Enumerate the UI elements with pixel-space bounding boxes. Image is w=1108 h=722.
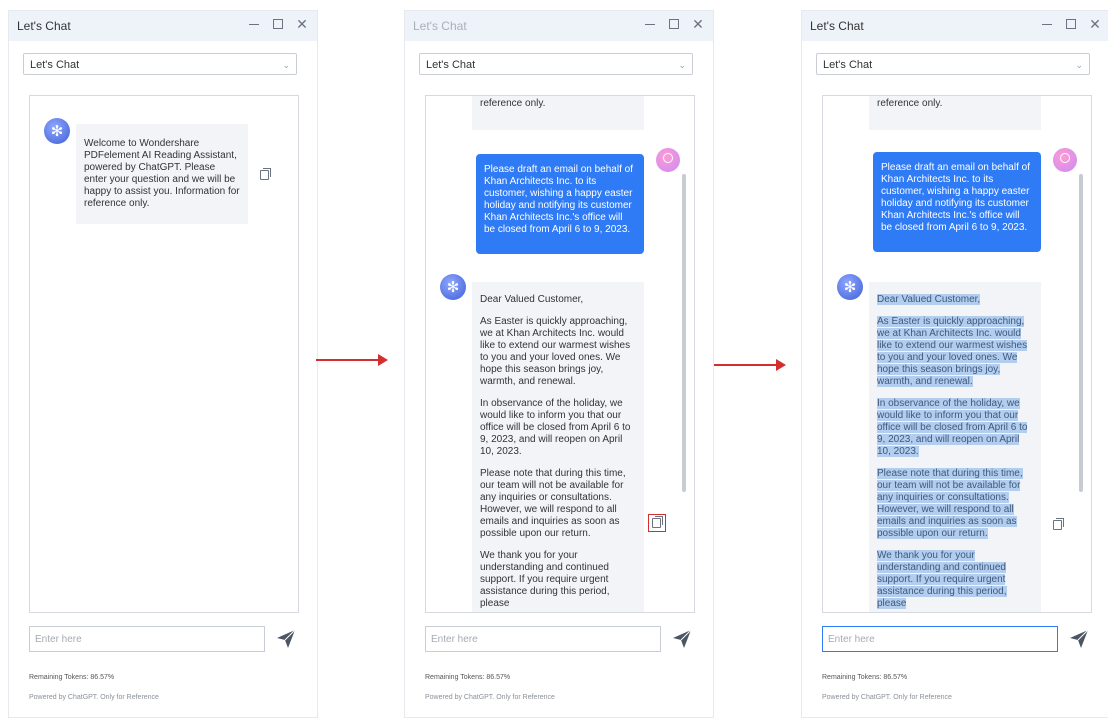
bot-message: Welcome to Wondershare PDFelement AI Rea… — [76, 124, 248, 224]
reply-paragraph: Dear Valued Customer, — [877, 294, 981, 305]
copy-icon[interactable] — [652, 516, 663, 528]
red-arrow-2 — [714, 359, 786, 371]
powered-by-note: Powered by ChatGPT. Only for Reference — [822, 694, 952, 701]
close-icon[interactable]: ✕ — [295, 17, 309, 31]
bot-message-tail-text: reference only. — [877, 98, 943, 109]
reply-paragraph: As Easter is quickly approaching, we at … — [480, 316, 631, 387]
red-arrow-1 — [316, 354, 388, 366]
window-controls: ✕ — [643, 17, 705, 31]
reply-paragraph: Dear Valued Customer, — [480, 294, 584, 305]
message-input-placeholder: Enter here — [35, 634, 82, 645]
reply-paragraph: Please note that during this time, our t… — [877, 468, 1023, 539]
close-icon[interactable]: ✕ — [1088, 17, 1102, 31]
bot-message-tail: reference only. — [869, 96, 1041, 130]
document-select[interactable]: Let's Chat ⌄ — [816, 53, 1090, 75]
document-select-value: Let's Chat — [30, 59, 80, 71]
chat-history: ✻ Welcome to Wondershare PDFelement AI R… — [29, 95, 299, 613]
user-message-text: Please draft an email on behalf of Khan … — [484, 164, 633, 235]
window-controls: ✕ — [1040, 17, 1102, 31]
copy-icon[interactable] — [1053, 518, 1064, 530]
document-select-value: Let's Chat — [426, 59, 476, 71]
message-input-placeholder: Enter here — [828, 634, 875, 645]
maximize-icon[interactable] — [271, 17, 285, 31]
reply-paragraph: Please note that during this time, our t… — [480, 468, 626, 539]
chat-history: reference only. Please draft an email on… — [425, 95, 695, 613]
chevron-down-icon: ⌄ — [1075, 60, 1083, 70]
window-title: Let's Chat — [413, 19, 467, 33]
chat-window-2: Let's Chat ✕ Let's Chat ⌄ reference only… — [404, 10, 714, 718]
message-input[interactable]: Enter here — [425, 626, 661, 652]
remaining-tokens: Remaining Tokens: 86.57% — [29, 674, 115, 681]
remaining-tokens: Remaining Tokens: 86.57% — [822, 674, 908, 681]
reply-paragraph: In observance of the holiday, we would l… — [480, 398, 631, 457]
copy-icon[interactable] — [260, 168, 271, 180]
reply-paragraph: In observance of the holiday, we would l… — [877, 398, 1028, 457]
send-icon[interactable] — [275, 628, 297, 650]
reply-paragraph: We thank you for your understanding and … — [480, 550, 610, 609]
title-bar: Let's Chat ✕ — [9, 11, 317, 41]
message-input[interactable]: Enter here — [29, 626, 265, 652]
document-select[interactable]: Let's Chat ⌄ — [419, 53, 693, 75]
title-bar: Let's Chat ✕ — [405, 11, 713, 41]
scrollbar[interactable] — [1079, 174, 1083, 492]
send-icon[interactable] — [1068, 628, 1090, 650]
minimize-icon[interactable] — [1040, 17, 1054, 31]
bot-reply: Dear Valued Customer, As Easter is quick… — [472, 282, 644, 612]
close-icon[interactable]: ✕ — [691, 17, 705, 31]
window-controls: ✕ — [247, 17, 309, 31]
chatbot-avatar-icon: ✻ — [44, 118, 70, 144]
window-title: Let's Chat — [17, 19, 71, 33]
powered-by-note: Powered by ChatGPT. Only for Reference — [425, 694, 555, 701]
bot-message-tail: reference only. — [472, 96, 644, 130]
user-message-text: Please draft an email on behalf of Khan … — [881, 162, 1030, 233]
window-title: Let's Chat — [810, 19, 864, 33]
chat-window-3: Let's Chat ✕ Let's Chat ⌄ reference only… — [801, 10, 1108, 718]
chatbot-avatar-icon: ✻ — [440, 274, 466, 300]
maximize-icon[interactable] — [1064, 17, 1078, 31]
bot-reply-selected: Dear Valued Customer, As Easter is quick… — [869, 282, 1041, 612]
scrollbar[interactable] — [682, 174, 686, 492]
minimize-icon[interactable] — [643, 17, 657, 31]
user-avatar-icon — [656, 148, 680, 172]
reply-paragraph: As Easter is quickly approaching, we at … — [877, 316, 1028, 387]
minimize-icon[interactable] — [247, 17, 261, 31]
chevron-down-icon: ⌄ — [282, 60, 290, 70]
maximize-icon[interactable] — [667, 17, 681, 31]
remaining-tokens: Remaining Tokens: 86.57% — [425, 674, 511, 681]
user-avatar-icon — [1053, 148, 1077, 172]
bot-message-text: Welcome to Wondershare PDFelement AI Rea… — [84, 138, 240, 209]
chatbot-avatar-icon: ✻ — [837, 274, 863, 300]
document-select[interactable]: Let's Chat ⌄ — [23, 53, 297, 75]
user-message: Please draft an email on behalf of Khan … — [476, 154, 644, 254]
document-select-value: Let's Chat — [823, 59, 873, 71]
powered-by-note: Powered by ChatGPT. Only for Reference — [29, 694, 159, 701]
chat-window-1: Let's Chat ✕ Let's Chat ⌄ ✻ Welcome to W… — [8, 10, 318, 718]
bot-message-tail-text: reference only. — [480, 98, 546, 109]
reply-paragraph: We thank you for your understanding and … — [877, 550, 1007, 609]
send-icon[interactable] — [671, 628, 693, 650]
message-input[interactable]: Enter here — [822, 626, 1058, 652]
title-bar: Let's Chat ✕ — [802, 11, 1108, 41]
chevron-down-icon: ⌄ — [678, 60, 686, 70]
message-input-placeholder: Enter here — [431, 634, 478, 645]
user-message: Please draft an email on behalf of Khan … — [873, 152, 1041, 252]
chat-history: reference only. Please draft an email on… — [822, 95, 1092, 613]
